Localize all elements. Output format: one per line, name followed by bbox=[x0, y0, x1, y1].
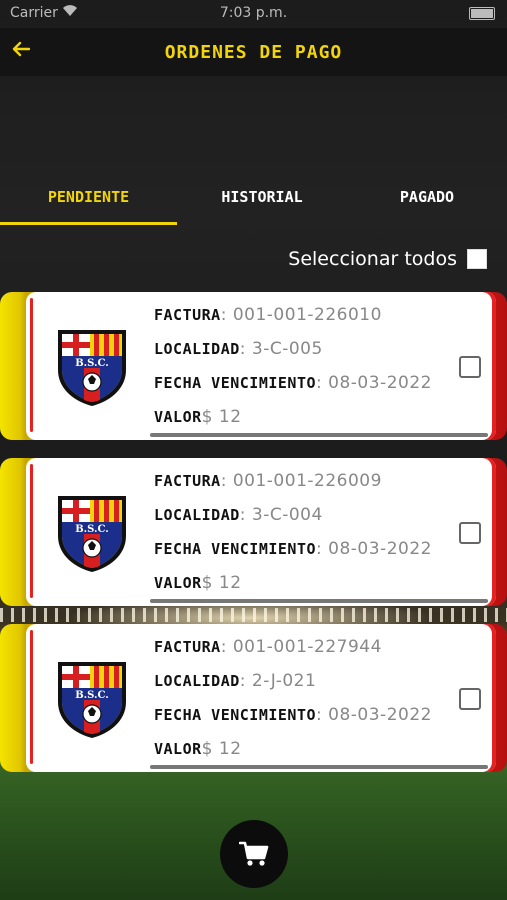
fecha-label: FECHA VENCIMIENTO bbox=[154, 374, 317, 392]
factura-value: : 001-001-227944 bbox=[220, 637, 382, 657]
localidad-label: LOCALIDAD bbox=[154, 506, 240, 524]
localidad-label: LOCALIDAD bbox=[154, 340, 240, 358]
factura-label: FACTURA bbox=[154, 472, 221, 490]
cart-button[interactable] bbox=[220, 820, 288, 888]
factura-row: FACTURA: 001-001-227944 bbox=[154, 636, 432, 670]
localidad-row: LOCALIDAD: 3-C-005 bbox=[154, 338, 432, 372]
localidad-value: : 3-C-004 bbox=[239, 505, 323, 525]
stadium-lights bbox=[0, 608, 507, 622]
fecha-label: FECHA VENCIMIENTO bbox=[154, 540, 317, 558]
club-crest-logo: B.S.C. bbox=[58, 330, 126, 406]
order-checkbox[interactable] bbox=[459, 356, 481, 378]
select-all-checkbox[interactable] bbox=[467, 249, 487, 269]
page-title: ORDENES DE PAGO bbox=[164, 42, 343, 63]
tab-pagado[interactable]: PAGADO bbox=[347, 180, 507, 226]
tab-pendiente[interactable]: PENDIENTE bbox=[0, 180, 177, 226]
factura-value: : 001-001-226010 bbox=[220, 305, 382, 325]
tab-bar: PENDIENTE HISTORIAL PAGADO bbox=[0, 180, 507, 226]
fecha-value: : 08-03-2022 bbox=[316, 373, 432, 393]
status-bar: Carrier 7:03 p.m. bbox=[0, 0, 507, 28]
fecha-value: : 08-03-2022 bbox=[316, 705, 432, 725]
factura-label: FACTURA bbox=[154, 306, 221, 324]
fecha-row: FECHA VENCIMIENTO: 08-03-2022 bbox=[154, 372, 432, 406]
svg-text:B.S.C.: B.S.C. bbox=[75, 690, 109, 701]
fecha-value: : 08-03-2022 bbox=[316, 539, 432, 559]
valor-label: VALOR bbox=[154, 740, 202, 758]
tab-historial[interactable]: HISTORIAL bbox=[177, 180, 347, 226]
valor-row: VALOR$ 12 bbox=[154, 406, 432, 440]
club-crest-logo: B.S.C. bbox=[58, 662, 126, 738]
active-tab-indicator bbox=[0, 222, 177, 225]
factura-label: FACTURA bbox=[154, 638, 221, 656]
factura-row: FACTURA: 001-001-226009 bbox=[154, 470, 432, 504]
battery-icon bbox=[469, 7, 495, 20]
order-card: B.S.C. FACTURA: 001-001-226009 LOCALIDAD… bbox=[0, 458, 507, 610]
valor-row: VALOR$ 12 bbox=[154, 738, 432, 772]
svg-text:B.S.C.: B.S.C. bbox=[75, 358, 109, 369]
valor-value: $ 12 bbox=[201, 573, 242, 593]
order-card: B.S.C. FACTURA: 001-001-226010 LOCALIDAD… bbox=[0, 292, 507, 444]
factura-row: FACTURA: 001-001-226010 bbox=[154, 304, 432, 338]
factura-value: : 001-001-226009 bbox=[220, 471, 382, 491]
fecha-row: FECHA VENCIMIENTO: 08-03-2022 bbox=[154, 538, 432, 572]
svg-text:B.S.C.: B.S.C. bbox=[75, 524, 109, 535]
shopping-cart-icon bbox=[239, 841, 269, 866]
localidad-row: LOCALIDAD: 2-J-021 bbox=[154, 670, 432, 704]
localidad-row: LOCALIDAD: 3-C-004 bbox=[154, 504, 432, 538]
valor-label: VALOR bbox=[154, 574, 202, 592]
order-checkbox[interactable] bbox=[459, 688, 481, 710]
valor-row: VALOR$ 12 bbox=[154, 572, 432, 606]
localidad-value: : 3-C-005 bbox=[239, 339, 323, 359]
select-all-row[interactable]: Seleccionar todos bbox=[288, 246, 487, 272]
club-crest-logo: B.S.C. bbox=[58, 496, 126, 572]
fecha-row: FECHA VENCIMIENTO: 08-03-2022 bbox=[154, 704, 432, 738]
valor-label: VALOR bbox=[154, 408, 202, 426]
valor-value: $ 12 bbox=[201, 739, 242, 759]
order-checkbox[interactable] bbox=[459, 522, 481, 544]
fecha-label: FECHA VENCIMIENTO bbox=[154, 706, 317, 724]
order-card: B.S.C. FACTURA: 001-001-227944 LOCALIDAD… bbox=[0, 624, 507, 776]
status-time: 7:03 p.m. bbox=[219, 5, 288, 21]
select-all-label: Seleccionar todos bbox=[288, 248, 457, 270]
localidad-label: LOCALIDAD bbox=[154, 672, 240, 690]
app-header: ORDENES DE PAGO bbox=[0, 28, 507, 76]
localidad-value: : 2-J-021 bbox=[239, 671, 317, 691]
valor-value: $ 12 bbox=[201, 407, 242, 427]
